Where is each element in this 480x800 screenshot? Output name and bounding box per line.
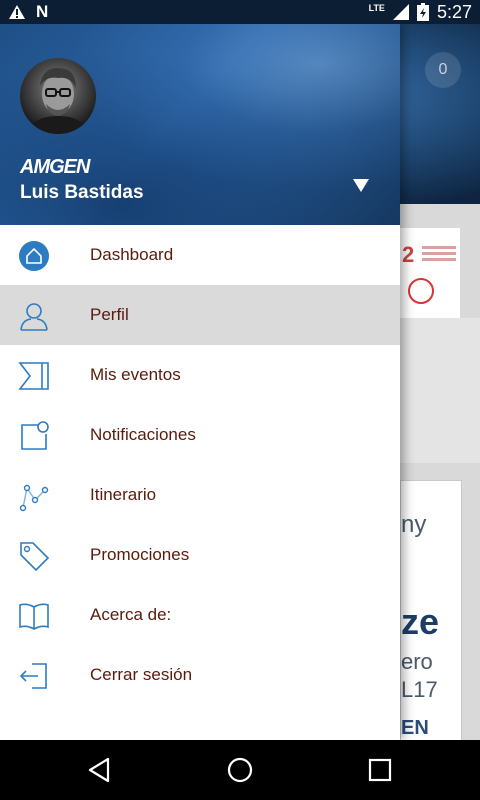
warning-icon (9, 5, 25, 19)
promo-text-2: ze (401, 601, 440, 642)
itinerary-icon (19, 484, 49, 512)
promo-text-5: EN (401, 717, 429, 739)
menu-item-perfil[interactable]: Perfil (0, 285, 400, 345)
menu-label: Dashboard (90, 245, 174, 264)
book-icon (19, 603, 49, 630)
drawer-menu: Dashboard Perfil Mis eventos Notificacio… (0, 225, 400, 705)
home-icon (19, 241, 49, 271)
tag-icon (20, 542, 50, 572)
menu-label: Perfil (90, 305, 129, 324)
events-icon (18, 362, 49, 390)
background-panel (400, 318, 480, 463)
system-navigation-bar (0, 740, 480, 800)
user-icon (20, 303, 48, 331)
logout-icon (19, 663, 47, 689)
notification-count-badge[interactable]: 0 (425, 52, 461, 88)
menu-item-cerrar-sesion[interactable]: Cerrar sesión (0, 645, 400, 705)
network-type: LTE (368, 3, 385, 13)
promo-text-1: ny (401, 511, 427, 538)
brand-logo: AMGEN (20, 156, 90, 178)
home-button-icon[interactable] (226, 756, 254, 784)
recents-button-icon[interactable] (366, 756, 394, 784)
signal-icon (392, 4, 409, 20)
menu-label: Acerca de: (90, 605, 172, 624)
menu-label: Itinerario (90, 485, 157, 504)
user-photo (28, 68, 88, 134)
menu-item-itinerario[interactable]: Itinerario (0, 465, 400, 525)
promo-text-3: ero (401, 649, 433, 674)
navigation-drawer: AMGEN Luis Bastidas Dashboard Perfil Mis… (0, 24, 400, 740)
background-promo-card[interactable]: ny ze ero L17 EN (400, 480, 462, 742)
menu-item-promociones[interactable]: Promociones (0, 525, 400, 585)
menu-item-mis-eventos[interactable]: Mis eventos (0, 345, 400, 405)
event-logo: 2 (402, 242, 415, 267)
screen: 0 2 ny ze ero L17 EN N LTE 5:27 AMGEN Lu… (0, 0, 480, 800)
promo-text-4: L17 (401, 677, 438, 702)
event-seal-icon (408, 278, 434, 304)
drawer-header: AMGEN Luis Bastidas (0, 24, 400, 225)
menu-label: Promociones (90, 545, 190, 564)
avatar[interactable] (20, 58, 96, 134)
user-name: Luis Bastidas (20, 182, 144, 203)
notification-icon (21, 421, 49, 450)
account-dropdown-icon[interactable] (350, 174, 372, 196)
menu-label: Mis eventos (90, 365, 181, 384)
battery-icon (416, 3, 429, 21)
status-bar: N LTE 5:27 (0, 0, 480, 24)
background-event-card[interactable]: 2 (400, 228, 460, 318)
menu-item-notificaciones[interactable]: Notificaciones (0, 405, 400, 465)
menu-label: Cerrar sesión (90, 665, 193, 684)
n-notification-icon: N (36, 2, 49, 21)
event-logo-text (422, 246, 456, 249)
clock: 5:27 (436, 2, 472, 22)
back-button-icon[interactable] (86, 756, 114, 784)
menu-label: Notificaciones (90, 425, 196, 444)
menu-item-dashboard[interactable]: Dashboard (0, 225, 400, 285)
menu-item-acerca-de[interactable]: Acerca de: (0, 585, 400, 645)
